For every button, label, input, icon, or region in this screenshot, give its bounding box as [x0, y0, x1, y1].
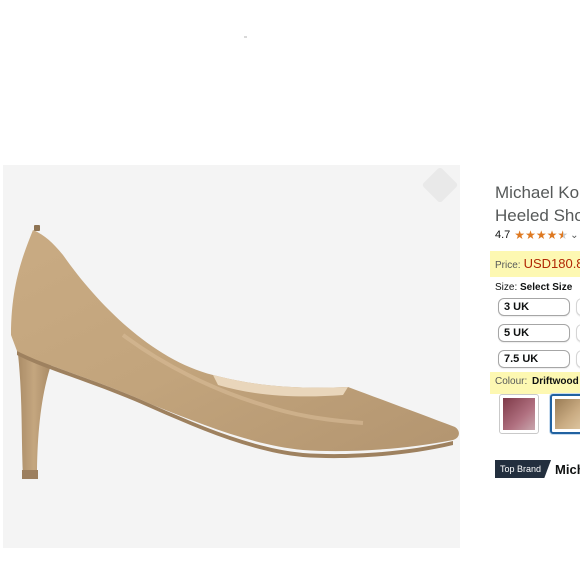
colour-swatch-driftwood[interactable] [550, 394, 580, 434]
product-image-shoe [11, 225, 459, 479]
size-label: Size: [495, 282, 518, 293]
size-row: Size: Select Size [495, 282, 572, 293]
chevron-down-icon[interactable]: ⌄ [570, 230, 578, 241]
size-option-3uk[interactable]: 3 UK [498, 298, 570, 316]
size-option-more[interactable] [576, 350, 580, 368]
product-details: Michael Kors Heeled Shoes 4.7 ★ ★ ★ ★ ★ … [490, 165, 580, 580]
top-brand-badge: Top Brand [495, 460, 552, 478]
colour-row: Colour: Driftwood [495, 376, 579, 387]
top-brand-row: Top Brand Michael Kors [495, 459, 580, 479]
size-selected: Select Size [520, 282, 573, 293]
colour-swatch-rose[interactable] [499, 394, 539, 434]
colour-value: Driftwood [532, 376, 579, 387]
star-icon: ★ [546, 228, 558, 242]
size-option-7-5uk[interactable]: 7.5 UK [498, 350, 570, 368]
size-option-more[interactable] [576, 324, 580, 342]
brand-name[interactable]: Michael Kors [555, 462, 580, 477]
star-icon: ★ [514, 228, 526, 242]
rating-value: 4.7 [495, 229, 511, 241]
product-title[interactable]: Michael Kors Heeled Shoes [495, 181, 580, 227]
page-mark [244, 36, 247, 38]
size-option-5uk[interactable]: 5 UK [498, 324, 570, 342]
rating-row[interactable]: 4.7 ★ ★ ★ ★ ★ ⌄ [495, 228, 579, 242]
size-option-more[interactable] [576, 298, 580, 316]
half-star-icon: ★ [557, 228, 569, 242]
price-row: Price: USD180.8 [495, 255, 580, 273]
star-icon: ★ [525, 228, 536, 242]
product-image-panel[interactable] [3, 165, 460, 548]
colour-label: Colour: [495, 376, 528, 387]
price-value: USD180.8 [523, 256, 580, 271]
price-label: Price: [495, 260, 521, 271]
star-icon: ★ [535, 228, 547, 242]
